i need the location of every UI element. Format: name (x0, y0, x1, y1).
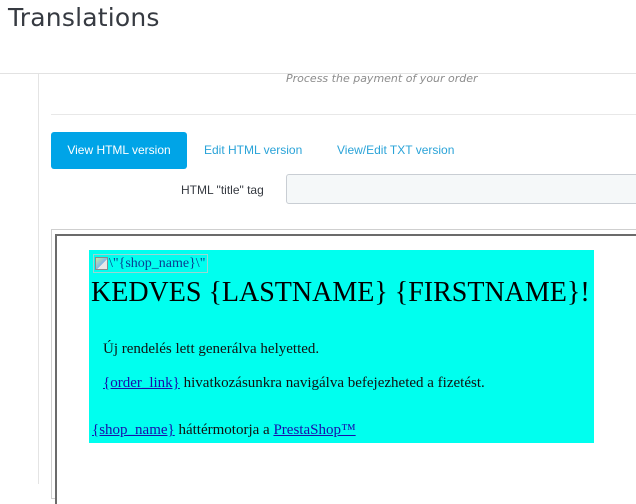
footer-text: háttérmotorja a (174, 422, 274, 438)
image-placeholder-icon (95, 257, 108, 270)
shop-name-link[interactable]: {shop_name} (92, 422, 175, 438)
title-tag-label: HTML "title" tag (181, 183, 264, 197)
tab-view-edit-txt[interactable]: View/Edit TXT version (322, 132, 469, 169)
email-line-footer: {shop_name} háttérmotorja a PrestaShop™ (92, 422, 356, 439)
tab-view-html[interactable]: View HTML version (51, 132, 187, 169)
email-line-new-order: Új rendelés lett generálva helyetted. (103, 341, 320, 357)
order-link[interactable]: {order_link} (103, 375, 180, 391)
tab-edit-html[interactable]: Edit HTML version (189, 132, 317, 169)
title-tag-input[interactable] (286, 174, 636, 204)
email-greeting: KEDVES {LASTNAME} {FIRSTNAME}! (91, 277, 590, 308)
shop-logo-alt-text: \"{shop_name}\" (109, 256, 206, 271)
prestashop-link[interactable]: PrestaShop™ (273, 422, 355, 438)
left-rail-divider (38, 74, 39, 484)
email-line-order-link: {order_link} hivatkozásunkra navigálva b… (103, 375, 485, 392)
shop-logo-image: \"{shop_name}\" (93, 254, 209, 273)
section-divider (51, 114, 636, 115)
order-link-text: hivatkozásunkra navigálva befejezheted a… (179, 375, 485, 391)
page-title: Translations (8, 3, 160, 32)
email-subtitle: Process the payment of your order (286, 72, 478, 85)
